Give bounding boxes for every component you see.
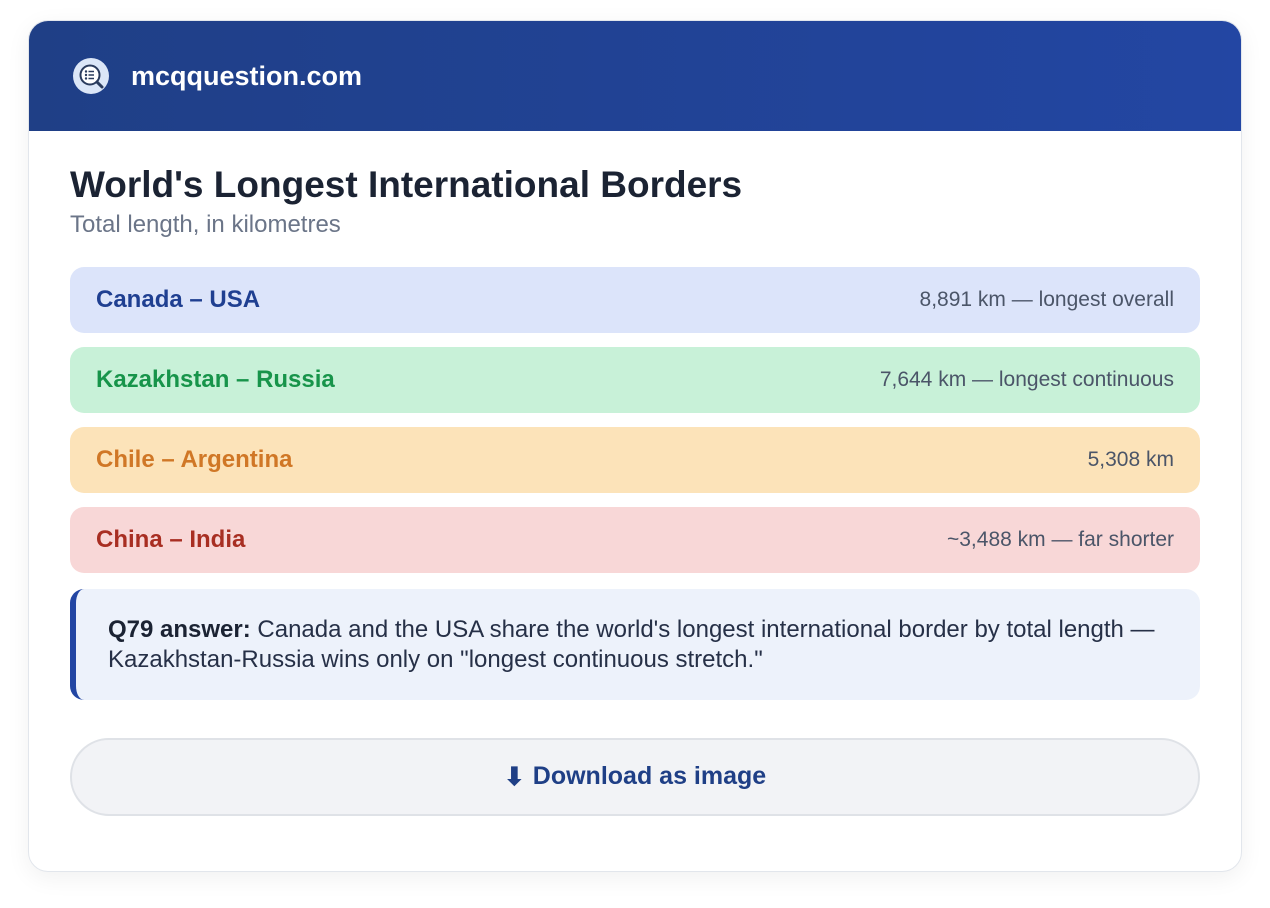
- border-name: China – India: [96, 526, 246, 554]
- border-row-chile-argentina: Chile – Argentina 5,308 km: [70, 427, 1200, 494]
- border-list: Canada – USA 8,891 km — longest overall …: [70, 267, 1200, 574]
- download-label: Download as image: [532, 762, 767, 791]
- answer-callout: Q79 answer: Canada and the USA share the…: [70, 589, 1200, 700]
- page-subtitle: Total length, in kilometres: [70, 211, 341, 239]
- answer-text: Canada and the USA share the world's lon…: [108, 616, 1155, 673]
- border-name: Canada – USA: [96, 286, 261, 314]
- content: World's Longest International Borders To…: [29, 131, 1241, 816]
- border-name: Kazakhstan – Russia: [96, 366, 335, 394]
- download-arrow-icon: ⬇: [503, 762, 525, 791]
- download-button[interactable]: ⬇ Download as image: [70, 737, 1200, 816]
- site-name[interactable]: mcqquestion.com: [131, 61, 362, 92]
- magnifier-checklist-icon: [73, 58, 109, 94]
- border-length: 7,644 km — longest continuous: [879, 368, 1174, 392]
- border-length: 5,308 km: [1087, 448, 1174, 472]
- header: mcqquestion.com: [29, 21, 1241, 131]
- border-row-canada-usa: Canada – USA 8,891 km — longest overall: [70, 267, 1200, 334]
- border-row-china-india: China – India ~3,488 km — far shorter: [70, 507, 1200, 574]
- border-name: Chile – Argentina: [96, 446, 293, 474]
- border-length: ~3,488 km — far shorter: [946, 528, 1174, 552]
- card: mcqquestion.com World's Longest Internat…: [28, 20, 1242, 872]
- border-row-kazakhstan-russia: Kazakhstan – Russia 7,644 km — longest c…: [70, 347, 1200, 414]
- border-length: 8,891 km — longest overall: [919, 288, 1174, 312]
- page-title: World's Longest International Borders: [70, 164, 743, 205]
- answer-label: Q79 answer:: [108, 616, 251, 644]
